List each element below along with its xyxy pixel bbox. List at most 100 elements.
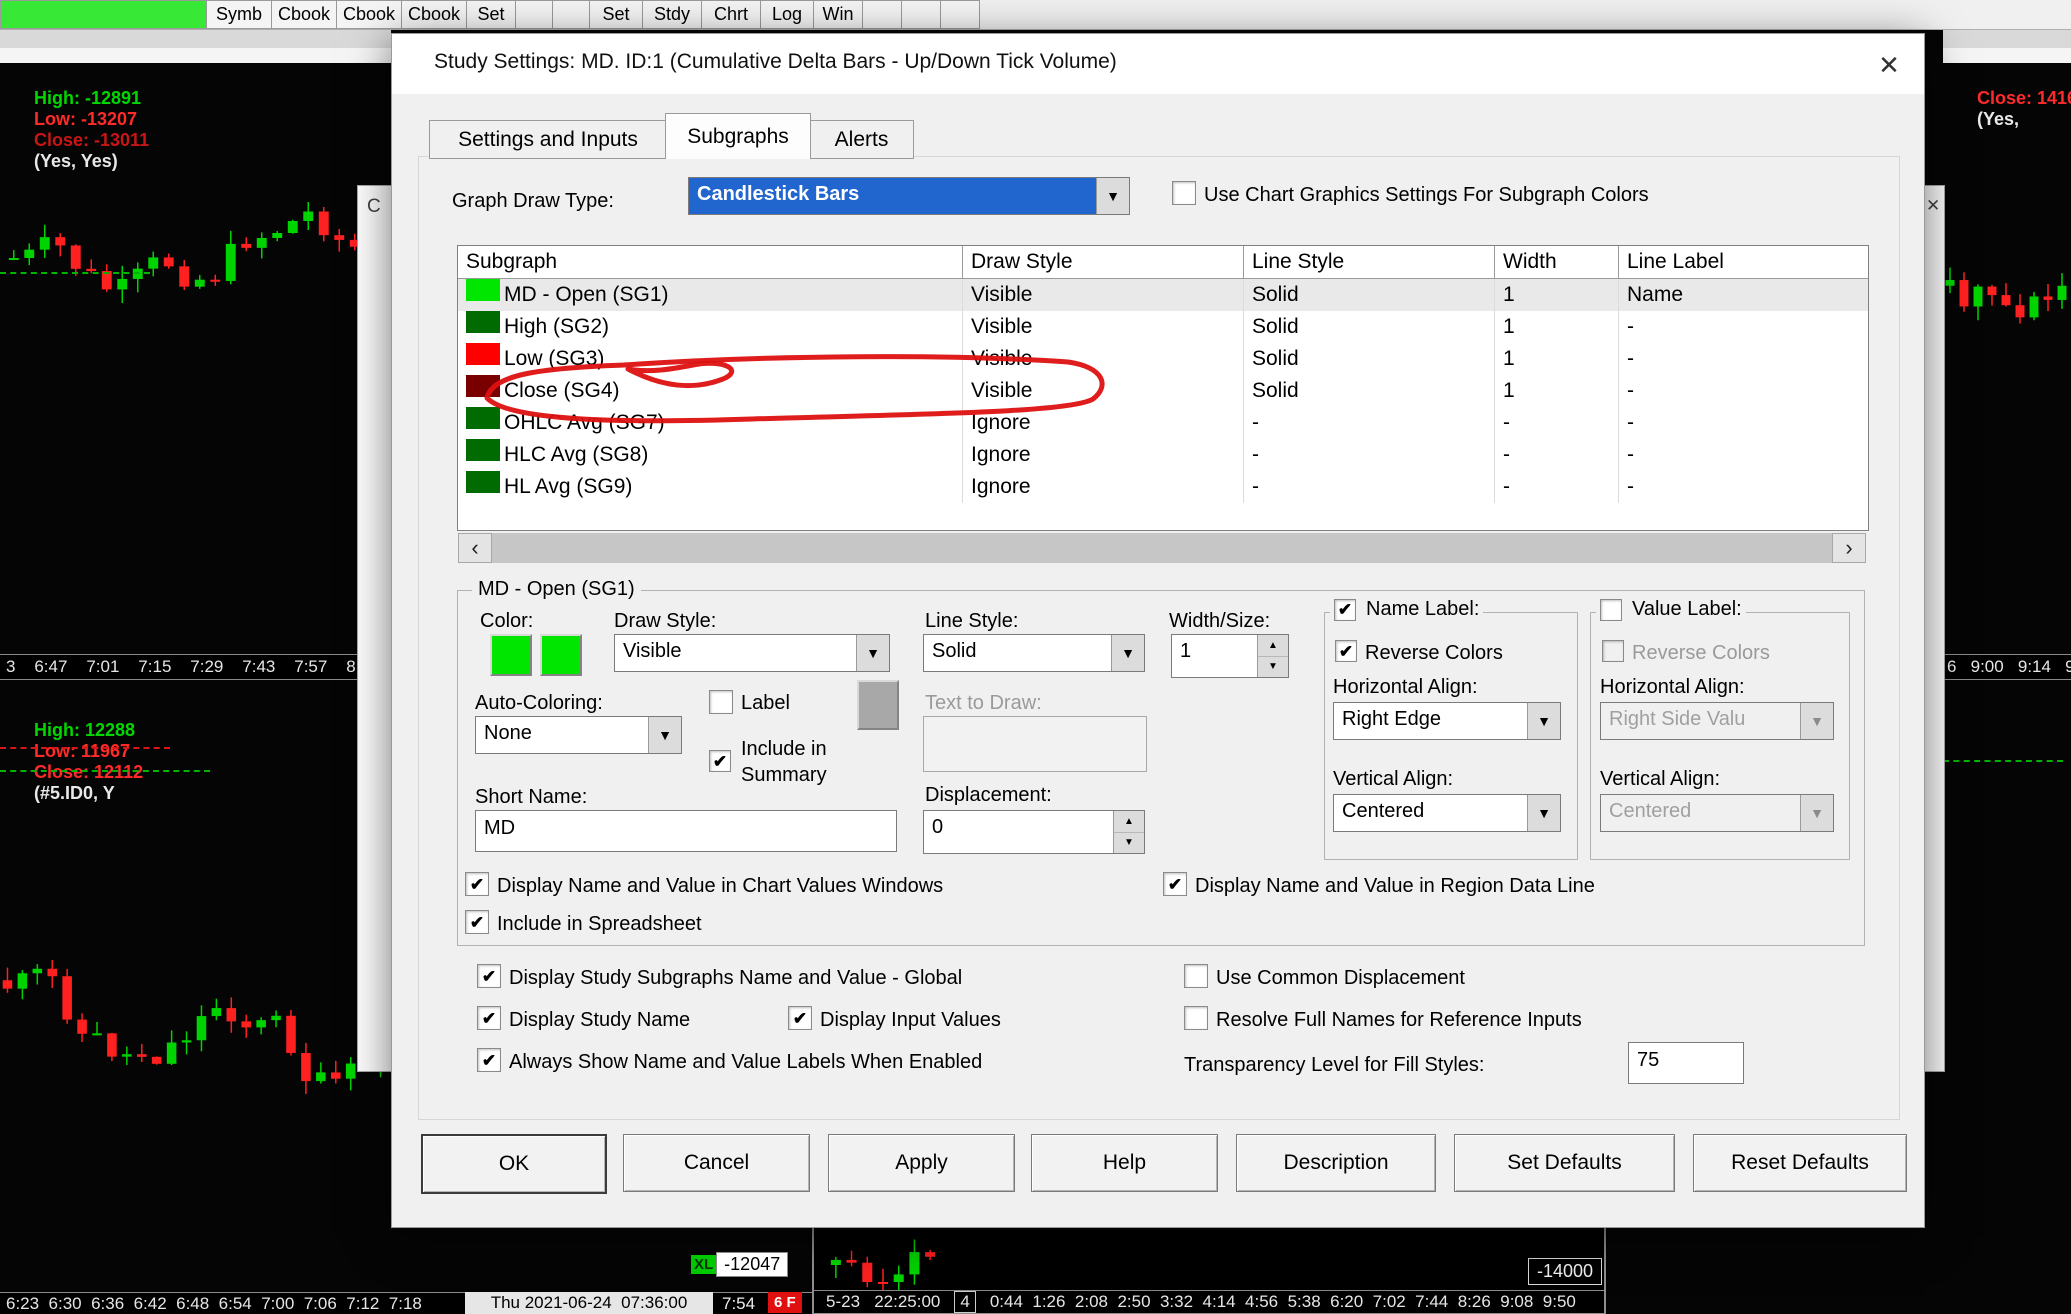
display-chart-values-checkbox[interactable] [465, 872, 489, 896]
toolbar-green-indicator[interactable] [0, 0, 207, 29]
name-horizontal-align-dropdown[interactable]: Right Edge [1333, 702, 1561, 740]
sg2-draw: Visible [962, 311, 1243, 343]
scrollbar-track[interactable] [492, 533, 1832, 563]
toolbar-button-blank3[interactable] [863, 0, 902, 29]
line-style-dropdown[interactable]: Solid [923, 634, 1145, 672]
toolbar-button-cbook3[interactable]: Cbook [402, 0, 467, 29]
resolve-full-names-checkbox[interactable] [1184, 1006, 1208, 1030]
name-label-checkbox[interactable] [1334, 599, 1356, 621]
toolbar-button-set1[interactable]: Set [467, 0, 516, 29]
toolbar-button-win[interactable]: Win [814, 0, 863, 29]
always-show-labels-checkbox[interactable] [477, 1048, 501, 1072]
secondary-color-swatch[interactable] [540, 634, 582, 676]
cancel-button[interactable]: Cancel [623, 1134, 810, 1192]
stepper-up-icon[interactable] [1258, 635, 1288, 657]
include-summary-checkbox[interactable] [709, 750, 731, 772]
table-row-sg8[interactable]: HLC Avg (SG8) Ignore - - - [458, 439, 1868, 471]
toolbar-button-set2[interactable]: Set [590, 0, 643, 29]
toolbar-button-chrt[interactable]: Chrt [702, 0, 761, 29]
value-vertical-align-dropdown[interactable]: Centered [1600, 794, 1834, 832]
dialog-title: Study Settings: MD. ID:1 (Cumulative Del… [434, 50, 1117, 74]
label-color-swatch[interactable] [857, 680, 899, 730]
right-time-axis: 6 9:00 9:14 9:1 [1943, 654, 2071, 680]
toolbar-button-blank4[interactable] [902, 0, 941, 29]
chevron-down-icon[interactable] [1111, 635, 1144, 671]
display-study-name-label: Display Study Name [509, 1009, 690, 1032]
sg4-width: 1 [1494, 375, 1618, 407]
toolbar-button-blank5[interactable] [941, 0, 980, 29]
toolbar-button-cbook1[interactable]: Cbook [272, 0, 337, 29]
reset-defaults-button[interactable]: Reset Defaults [1693, 1134, 1907, 1192]
name-vertical-align-dropdown[interactable]: Centered [1333, 794, 1561, 832]
toolbar-button-cbook2[interactable]: Cbook [337, 0, 402, 29]
table-row-sg4[interactable]: Close (SG4) Visible Solid 1 - [458, 375, 1868, 407]
col-subgraph[interactable]: Subgraph [458, 246, 962, 278]
table-row-sg3[interactable]: Low (SG3) Visible Solid 1 - [458, 343, 1868, 375]
chevron-down-icon[interactable] [648, 717, 681, 753]
apply-button[interactable]: Apply [828, 1134, 1015, 1192]
display-region-data-label: Display Name and Value in Region Data Li… [1195, 875, 1595, 898]
toolbar-button-symb[interactable]: Symb [207, 0, 272, 29]
chevron-down-icon[interactable] [1096, 178, 1129, 214]
use-common-displacement-checkbox[interactable] [1184, 964, 1208, 988]
chevron-down-icon[interactable] [1527, 795, 1560, 831]
stepper-up-icon[interactable] [1114, 811, 1144, 833]
primary-color-swatch[interactable] [490, 634, 532, 676]
include-spreadsheet-checkbox[interactable] [465, 910, 489, 934]
label-checkbox[interactable] [709, 690, 733, 714]
table-row-sg2[interactable]: High (SG2) Visible Solid 1 - [458, 311, 1868, 343]
help-button[interactable]: Help [1031, 1134, 1218, 1192]
table-row-sg1[interactable]: MD - Open (SG1) Visible Solid 1 Name [458, 279, 1868, 311]
name-vertical-align-label: Vertical Align: [1333, 768, 1453, 791]
table-row-sg9[interactable]: HL Avg (SG9) Ignore - - - [458, 471, 1868, 503]
chevron-down-icon[interactable] [1800, 703, 1833, 739]
stepper-down-icon[interactable] [1258, 657, 1288, 678]
chevron-down-icon[interactable] [1527, 703, 1560, 739]
transparency-level-input[interactable]: 75 [1628, 1042, 1744, 1084]
name-reverse-colors-checkbox[interactable] [1335, 640, 1357, 662]
scroll-left-icon[interactable] [458, 533, 492, 563]
tab-settings-and-inputs[interactable]: Settings and Inputs [429, 120, 667, 159]
toolbar-button-blank1[interactable] [516, 0, 553, 29]
sg8-label: - [1618, 439, 1868, 471]
subgraph-table-header: Subgraph Draw Style Line Style Width Lin… [458, 246, 1868, 279]
value-label-checkbox[interactable] [1600, 599, 1622, 621]
draw-style-dropdown[interactable]: Visible [614, 634, 890, 672]
col-draw-style[interactable]: Draw Style [962, 246, 1243, 278]
value-horizontal-align-dropdown[interactable]: Right Side Valu [1600, 702, 1834, 740]
width-size-stepper[interactable]: 1 [1171, 634, 1289, 678]
value-reverse-colors-checkbox[interactable] [1602, 640, 1624, 662]
text-to-draw-input[interactable] [923, 716, 1147, 772]
sg2-label: - [1618, 311, 1868, 343]
description-button[interactable]: Description [1236, 1134, 1436, 1192]
graph-draw-type-dropdown[interactable]: Candlestick Bars [688, 177, 1130, 215]
col-width[interactable]: Width [1494, 246, 1618, 278]
chevron-down-icon[interactable] [856, 635, 889, 671]
line-style-value: Solid [924, 635, 1111, 671]
close-icon[interactable]: ✕ [1870, 46, 1908, 84]
use-chart-graphics-checkbox[interactable] [1172, 181, 1196, 205]
display-region-data-checkbox[interactable] [1163, 872, 1187, 896]
bottom-time2-label: 7:54 [722, 1294, 755, 1314]
ok-button[interactable]: OK [421, 1134, 607, 1194]
displacement-stepper[interactable]: 0 [923, 810, 1145, 854]
toolbar-button-log[interactable]: Log [761, 0, 814, 29]
display-subgraphs-global-checkbox[interactable] [477, 964, 501, 988]
toolbar-button-stdy[interactable]: Stdy [643, 0, 702, 29]
text-to-draw-label: Text to Draw: [925, 692, 1042, 715]
toolbar-button-blank2[interactable] [553, 0, 590, 29]
stepper-down-icon[interactable] [1114, 833, 1144, 854]
col-line-style[interactable]: Line Style [1243, 246, 1494, 278]
tab-alerts[interactable]: Alerts [809, 120, 914, 159]
display-input-values-checkbox[interactable] [788, 1006, 812, 1030]
scroll-right-icon[interactable] [1832, 533, 1866, 563]
set-defaults-button[interactable]: Set Defaults [1454, 1134, 1675, 1192]
short-name-input[interactable]: MD [475, 810, 897, 852]
auto-coloring-dropdown[interactable]: None [475, 716, 682, 754]
tab-subgraphs[interactable]: Subgraphs [665, 113, 811, 159]
col-line-label[interactable]: Line Label [1618, 246, 1868, 278]
chevron-down-icon[interactable] [1800, 795, 1833, 831]
display-study-name-checkbox[interactable] [477, 1006, 501, 1030]
table-horizontal-scrollbar[interactable] [458, 533, 1866, 563]
table-row-sg7[interactable]: OHLC Avg (SG7) Ignore - - - [458, 407, 1868, 439]
